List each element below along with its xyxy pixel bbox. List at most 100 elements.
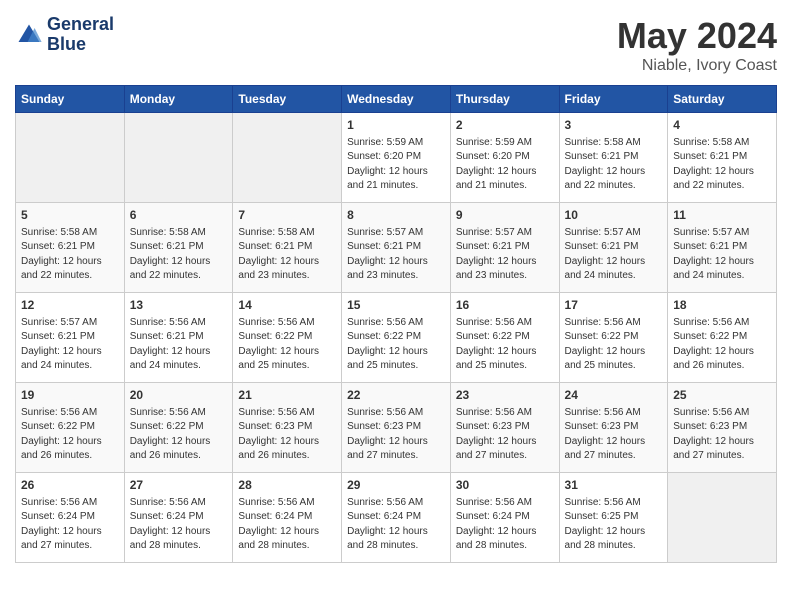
- weekday-header-cell: Friday: [559, 86, 668, 113]
- calendar-day-cell: 14 Sunrise: 5:56 AMSunset: 6:22 PMDayligh…: [233, 293, 342, 383]
- day-info: Sunrise: 5:57 AMSunset: 6:21 PMDaylight:…: [565, 226, 663, 284]
- weekday-header-cell: Saturday: [668, 86, 777, 113]
- day-number: 29: [347, 477, 445, 494]
- calendar-day-cell: 10Sunrise: 5:57 AMSunset: 6:21 PMDayligh…: [559, 203, 668, 293]
- day-number: 8: [347, 207, 445, 224]
- logo: General Blue: [15, 15, 114, 55]
- day-info: Sunrise: 5:56 AMSunset: 6:22 PMDaylight:…: [130, 406, 228, 464]
- day-info: Sunrise: 5:57 AMSunset: 6:21 PMDaylight:…: [347, 226, 445, 284]
- day-info: Sunrise: 5:59 AMSunset: 6:20 PMDaylight:…: [456, 136, 554, 194]
- calendar-day-cell: 31Sunrise: 5:56 AMSunset: 6:25 PMDayligh…: [559, 473, 668, 563]
- day-info: Sunrise: 5:56 AMSunset: 6:21 PMDaylight:…: [130, 316, 228, 374]
- day-number: 23: [456, 387, 554, 404]
- title-block: May 2024 Niable, Ivory Coast: [617, 15, 777, 75]
- calendar-day-cell: 16 Sunrise: 5:56 AMSunset: 6:22 PMDayligh…: [450, 293, 559, 383]
- calendar-day-cell: 6 Sunrise: 5:58 AMSunset: 6:21 PMDaylight…: [124, 203, 233, 293]
- day-number: 16: [456, 297, 554, 314]
- calendar-day-cell: 11 Sunrise: 5:57 AMSunset: 6:21 PMDayligh…: [668, 203, 777, 293]
- weekday-header-row: SundayMondayTuesdayWednesdayThursdayFrid…: [16, 86, 777, 113]
- weekday-header-cell: Wednesday: [342, 86, 451, 113]
- calendar-day-cell: 29 Sunrise: 5:56 AMSunset: 6:24 PMDayligh…: [342, 473, 451, 563]
- calendar-day-cell: 17Sunrise: 5:56 AMSunset: 6:22 PMDayligh…: [559, 293, 668, 383]
- day-number: 5: [21, 207, 119, 224]
- calendar-week-row: 1Sunrise: 5:59 AMSunset: 6:20 PMDaylight…: [16, 113, 777, 203]
- day-info: Sunrise: 5:56 AMSunset: 6:24 PMDaylight:…: [238, 496, 336, 554]
- calendar-day-cell: 7 Sunrise: 5:58 AMSunset: 6:21 PMDaylight…: [233, 203, 342, 293]
- day-info: Sunrise: 5:56 AMSunset: 6:24 PMDaylight:…: [21, 496, 119, 554]
- day-number: 9: [456, 207, 554, 224]
- month-title: May 2024: [617, 15, 777, 57]
- day-number: 17: [565, 297, 663, 314]
- day-info: Sunrise: 5:56 AMSunset: 6:24 PMDaylight:…: [456, 496, 554, 554]
- calendar-day-cell: 28 Sunrise: 5:56 AMSunset: 6:24 PMDayligh…: [233, 473, 342, 563]
- calendar-day-cell: 19 Sunrise: 5:56 AMSunset: 6:22 PMDayligh…: [16, 383, 125, 473]
- logo-icon: [15, 21, 43, 49]
- calendar-day-cell: 21 Sunrise: 5:56 AMSunset: 6:23 PMDayligh…: [233, 383, 342, 473]
- day-info: Sunrise: 5:58 AMSunset: 6:21 PMDaylight:…: [130, 226, 228, 284]
- calendar-day-cell: 24 Sunrise: 5:56 AMSunset: 6:23 PMDayligh…: [559, 383, 668, 473]
- calendar-day-cell: 5 Sunrise: 5:58 AMSunset: 6:21 PMDaylight…: [16, 203, 125, 293]
- page-header: General Blue May 2024 Niable, Ivory Coas…: [15, 15, 777, 75]
- weekday-header-cell: Thursday: [450, 86, 559, 113]
- day-number: 28: [238, 477, 336, 494]
- day-number: 13: [130, 297, 228, 314]
- calendar-day-cell: 4Sunrise: 5:58 AMSunset: 6:21 PMDaylight…: [668, 113, 777, 203]
- calendar-day-cell: 1Sunrise: 5:59 AMSunset: 6:20 PMDaylight…: [342, 113, 451, 203]
- calendar-day-cell: 30 Sunrise: 5:56 AMSunset: 6:24 PMDayligh…: [450, 473, 559, 563]
- calendar-day-cell: 25 Sunrise: 5:56 AMSunset: 6:23 PMDayligh…: [668, 383, 777, 473]
- calendar-day-cell: 2 Sunrise: 5:59 AMSunset: 6:20 PMDaylight…: [450, 113, 559, 203]
- calendar-body: 1Sunrise: 5:59 AMSunset: 6:20 PMDaylight…: [16, 113, 777, 563]
- day-info: Sunrise: 5:56 AMSunset: 6:23 PMDaylight:…: [673, 406, 771, 464]
- calendar-week-row: 5 Sunrise: 5:58 AMSunset: 6:21 PMDaylight…: [16, 203, 777, 293]
- calendar-day-cell: 20 Sunrise: 5:56 AMSunset: 6:22 PMDayligh…: [124, 383, 233, 473]
- day-info: Sunrise: 5:57 AMSunset: 6:21 PMDaylight:…: [673, 226, 771, 284]
- day-number: 14: [238, 297, 336, 314]
- calendar-day-cell: [124, 113, 233, 203]
- day-number: 11: [673, 207, 771, 224]
- location-title: Niable, Ivory Coast: [617, 57, 777, 75]
- day-number: 7: [238, 207, 336, 224]
- day-info: Sunrise: 5:58 AMSunset: 6:21 PMDaylight:…: [238, 226, 336, 284]
- day-info: Sunrise: 5:56 AMSunset: 6:22 PMDaylight:…: [238, 316, 336, 374]
- day-number: 25: [673, 387, 771, 404]
- day-info: Sunrise: 5:56 AMSunset: 6:23 PMDaylight:…: [238, 406, 336, 464]
- day-number: 20: [130, 387, 228, 404]
- logo-text: General Blue: [47, 15, 114, 55]
- day-number: 2: [456, 117, 554, 134]
- day-info: Sunrise: 5:58 AMSunset: 6:21 PMDaylight:…: [673, 136, 771, 194]
- calendar-week-row: 19 Sunrise: 5:56 AMSunset: 6:22 PMDayligh…: [16, 383, 777, 473]
- day-number: 26: [21, 477, 119, 494]
- day-number: 24: [565, 387, 663, 404]
- day-info: Sunrise: 5:56 AMSunset: 6:24 PMDaylight:…: [347, 496, 445, 554]
- day-number: 3: [565, 117, 663, 134]
- day-info: Sunrise: 5:56 AMSunset: 6:24 PMDaylight:…: [130, 496, 228, 554]
- day-number: 12: [21, 297, 119, 314]
- day-info: Sunrise: 5:57 AMSunset: 6:21 PMDaylight:…: [456, 226, 554, 284]
- calendar-day-cell: 12 Sunrise: 5:57 AMSunset: 6:21 PMDayligh…: [16, 293, 125, 383]
- calendar-day-cell: 22Sunrise: 5:56 AMSunset: 6:23 PMDayligh…: [342, 383, 451, 473]
- day-info: Sunrise: 5:57 AMSunset: 6:21 PMDaylight:…: [21, 316, 119, 374]
- day-number: 19: [21, 387, 119, 404]
- day-info: Sunrise: 5:56 AMSunset: 6:25 PMDaylight:…: [565, 496, 663, 554]
- calendar-day-cell: [16, 113, 125, 203]
- calendar-day-cell: 18Sunrise: 5:56 AMSunset: 6:22 PMDayligh…: [668, 293, 777, 383]
- calendar-day-cell: 15Sunrise: 5:56 AMSunset: 6:22 PMDayligh…: [342, 293, 451, 383]
- day-info: Sunrise: 5:58 AMSunset: 6:21 PMDaylight:…: [21, 226, 119, 284]
- day-info: Sunrise: 5:56 AMSunset: 6:22 PMDaylight:…: [673, 316, 771, 374]
- day-number: 6: [130, 207, 228, 224]
- day-info: Sunrise: 5:58 AMSunset: 6:21 PMDaylight:…: [565, 136, 663, 194]
- day-info: Sunrise: 5:56 AMSunset: 6:23 PMDaylight:…: [347, 406, 445, 464]
- day-number: 15: [347, 297, 445, 314]
- day-info: Sunrise: 5:56 AMSunset: 6:22 PMDaylight:…: [21, 406, 119, 464]
- calendar-day-cell: [233, 113, 342, 203]
- calendar-day-cell: 9 Sunrise: 5:57 AMSunset: 6:21 PMDaylight…: [450, 203, 559, 293]
- calendar-week-row: 26 Sunrise: 5:56 AMSunset: 6:24 PMDayligh…: [16, 473, 777, 563]
- calendar-day-cell: 27 Sunrise: 5:56 AMSunset: 6:24 PMDayligh…: [124, 473, 233, 563]
- weekday-header-cell: Tuesday: [233, 86, 342, 113]
- weekday-header-cell: Monday: [124, 86, 233, 113]
- day-info: Sunrise: 5:56 AMSunset: 6:23 PMDaylight:…: [565, 406, 663, 464]
- day-info: Sunrise: 5:56 AMSunset: 6:22 PMDaylight:…: [456, 316, 554, 374]
- day-number: 21: [238, 387, 336, 404]
- day-number: 30: [456, 477, 554, 494]
- day-number: 27: [130, 477, 228, 494]
